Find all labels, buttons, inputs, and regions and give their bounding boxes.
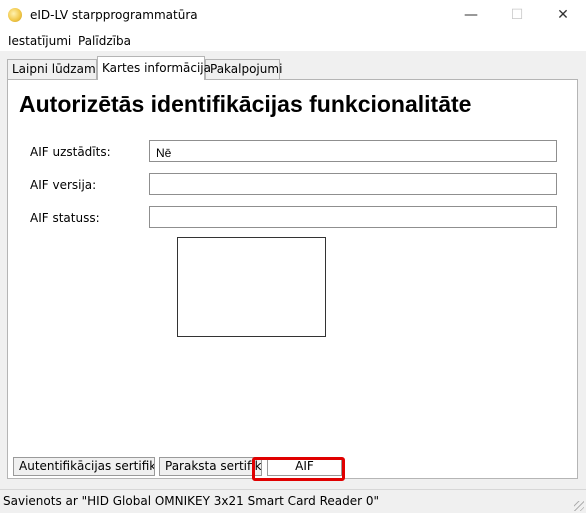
aif-version-field[interactable] bbox=[149, 173, 557, 195]
aif-installed-field[interactable] bbox=[149, 140, 557, 162]
aif-status-label: AIF statuss: bbox=[30, 211, 100, 225]
aif-version-label: AIF versija: bbox=[30, 178, 97, 192]
sun-logo-icon bbox=[8, 8, 22, 22]
photo-frame bbox=[177, 237, 326, 337]
page-title: Autorizētās identifikācijas funkcionalit… bbox=[19, 91, 472, 117]
minimize-button[interactable]: — bbox=[448, 0, 494, 31]
window-title: eID-LV starpprogrammatūra bbox=[30, 8, 198, 22]
maximize-button[interactable]: ☐ bbox=[494, 0, 540, 31]
subtab-aif[interactable]: AIF bbox=[267, 457, 342, 476]
card-info-panel: Autorizētās identifikācijas funkcionalit… bbox=[7, 79, 578, 479]
status-bar: Savienots ar "HID Global OMNIKEY 3x21 Sm… bbox=[0, 489, 586, 513]
subtab-sign-cert[interactable]: Paraksta sertifikāts bbox=[159, 457, 262, 476]
tab-welcome[interactable]: Laipni lūdzam! bbox=[7, 59, 100, 79]
aif-status-field[interactable] bbox=[149, 206, 557, 228]
menu-bar: Iestatījumi Palīdzība bbox=[0, 31, 586, 51]
tab-services[interactable]: Pakalpojumi bbox=[205, 59, 282, 79]
aif-installed-label: AIF uzstādīts: bbox=[30, 145, 111, 159]
tab-card-info[interactable]: Kartes informācija bbox=[97, 56, 211, 80]
certificate-subtabs: Autentifikācijas sertifikāts Paraksta se… bbox=[9, 455, 574, 477]
menu-help[interactable]: Palīdzība bbox=[78, 34, 131, 48]
resize-grip-icon[interactable] bbox=[574, 501, 584, 511]
connection-status: Savienots ar "HID Global OMNIKEY 3x21 Sm… bbox=[3, 494, 380, 508]
menu-settings[interactable]: Iestatījumi bbox=[8, 34, 71, 48]
subtab-auth-cert[interactable]: Autentifikācijas sertifikāts bbox=[13, 457, 155, 476]
close-button[interactable]: ✕ bbox=[540, 0, 586, 31]
title-bar: eID-LV starpprogrammatūra — ☐ ✕ bbox=[0, 0, 586, 31]
